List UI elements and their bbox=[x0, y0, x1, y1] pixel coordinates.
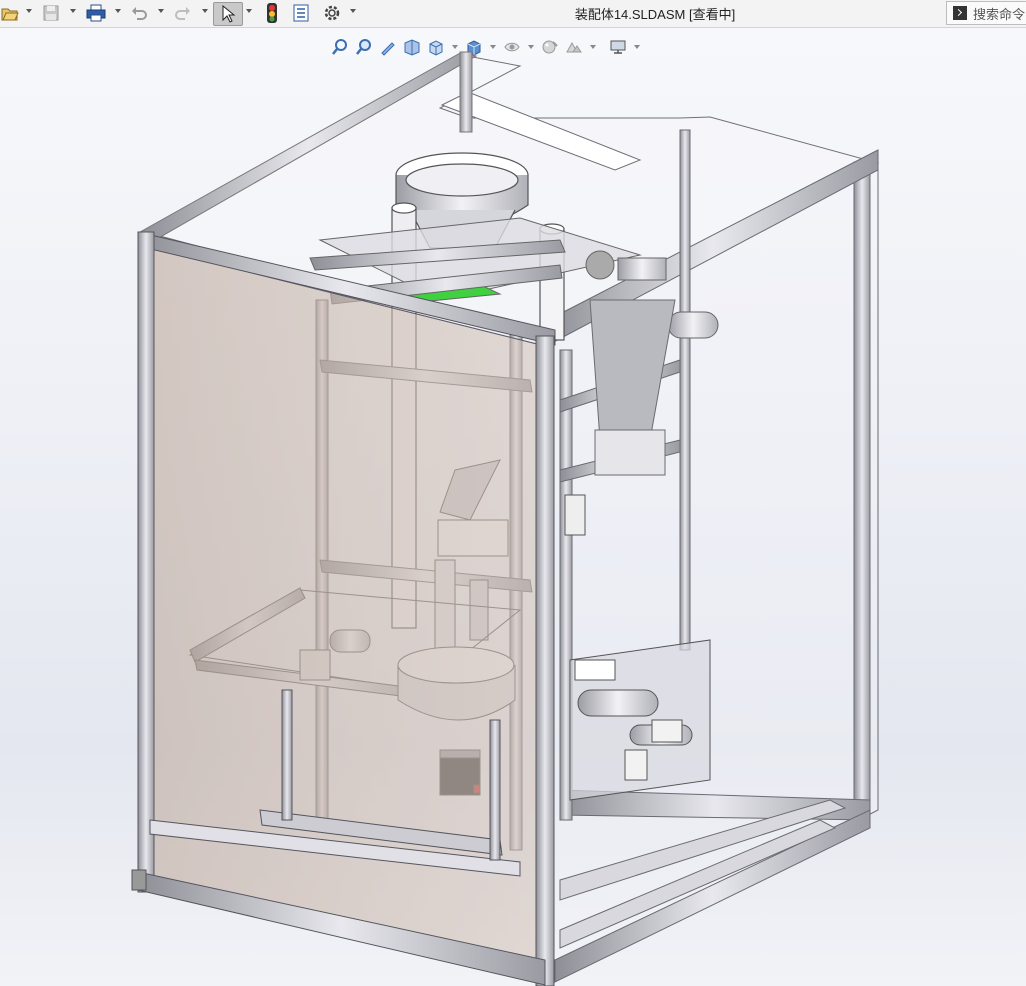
title-bar: 装配体14.SLDASM [查看中] 搜索命令 bbox=[0, 0, 1026, 28]
options-dropdown-icon[interactable] bbox=[350, 9, 356, 13]
file-properties-icon[interactable] bbox=[290, 2, 312, 24]
command-prompt-icon bbox=[953, 6, 967, 20]
document-title: 装配体14.SLDASM [查看中] bbox=[574, 7, 736, 22]
search-placeholder: 搜索命令 bbox=[973, 7, 1026, 23]
undo-dropdown-icon[interactable] bbox=[158, 9, 164, 13]
search-commands-input[interactable]: 搜索命令 bbox=[946, 1, 1026, 25]
open-icon[interactable] bbox=[0, 2, 20, 24]
save-dropdown-icon[interactable] bbox=[70, 9, 76, 13]
save-icon[interactable] bbox=[40, 2, 62, 24]
open-dropdown-icon[interactable] bbox=[26, 9, 32, 13]
redo-dropdown-icon[interactable] bbox=[202, 9, 208, 13]
rebuild-icon[interactable] bbox=[262, 2, 282, 24]
undo-icon[interactable] bbox=[128, 2, 150, 24]
select-icon[interactable] bbox=[213, 2, 243, 26]
print-icon[interactable] bbox=[84, 2, 108, 24]
graphics-area[interactable] bbox=[0, 28, 1026, 986]
print-dropdown-icon[interactable] bbox=[115, 9, 121, 13]
assembly-model[interactable] bbox=[0, 28, 1026, 986]
select-dropdown-icon[interactable] bbox=[246, 9, 252, 13]
options-icon[interactable] bbox=[320, 2, 344, 24]
redo-icon[interactable] bbox=[172, 2, 194, 24]
